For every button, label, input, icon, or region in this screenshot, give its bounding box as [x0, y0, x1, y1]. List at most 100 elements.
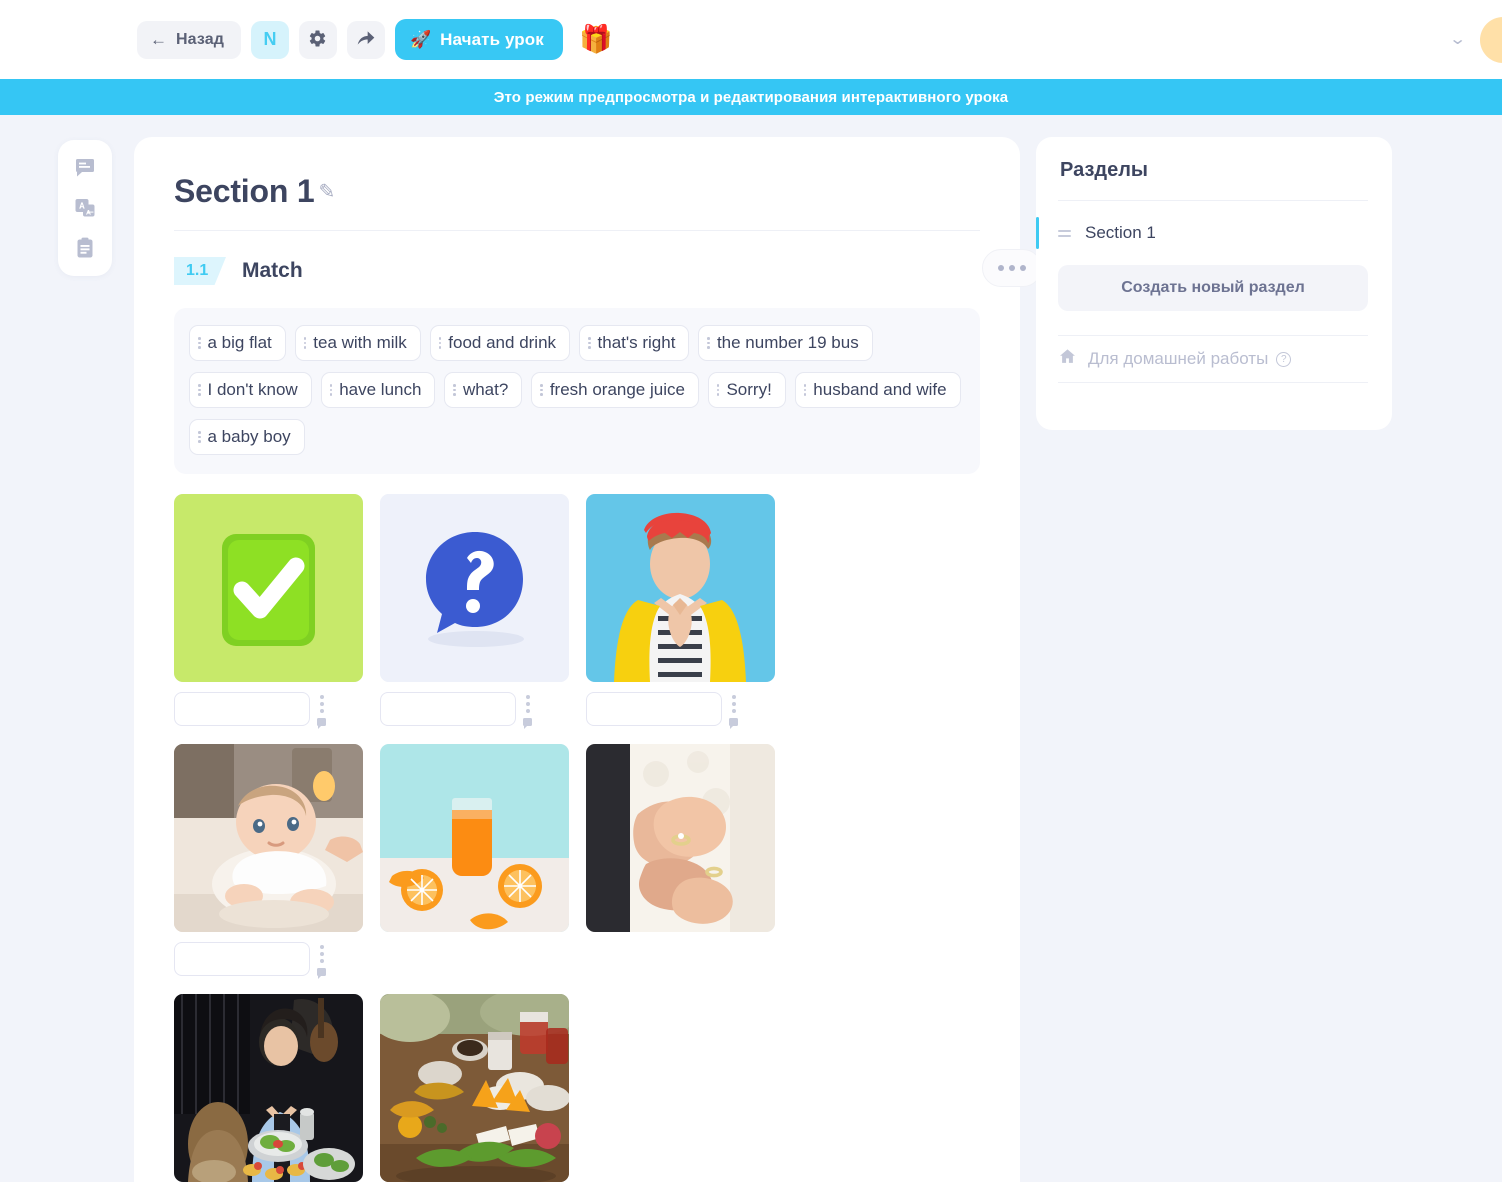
word-chip-label: the number 19 bus [716, 333, 859, 352]
word-chip[interactable]: a big flat [189, 325, 286, 361]
drag-handle-icon[interactable] [803, 384, 807, 396]
language-badge-label: N [263, 29, 277, 49]
clipboard-icon[interactable] [73, 236, 97, 260]
word-chip[interactable]: the number 19 bus [698, 325, 873, 361]
match-item-image[interactable] [380, 994, 569, 1182]
match-item-image[interactable] [174, 494, 363, 682]
drag-handle-icon[interactable] [525, 709, 530, 713]
drag-handle-icon[interactable] [731, 709, 736, 713]
comment-bubble-icon[interactable] [523, 718, 532, 729]
share-arrow-icon [356, 28, 376, 51]
match-item-answer-row [586, 692, 775, 729]
word-chip[interactable]: tea with milk [294, 325, 421, 361]
match-item-answer-row [380, 692, 569, 729]
homework-row[interactable]: Для домашней работы ? [1058, 336, 1368, 382]
word-chip[interactable]: Sorry! [707, 372, 786, 408]
match-item-image[interactable] [174, 744, 363, 932]
question-circle-icon[interactable]: ? [1276, 351, 1292, 367]
drag-handle-icon[interactable] [198, 431, 201, 443]
match-item-answer-row [174, 692, 363, 729]
drag-handle-icon[interactable] [731, 695, 736, 699]
home-icon [1058, 347, 1077, 371]
match-item-image[interactable] [586, 494, 775, 682]
match-answer-input[interactable] [380, 692, 516, 726]
word-chip[interactable]: a baby boy [189, 419, 305, 455]
gift-icon[interactable]: 🎁 [575, 19, 617, 61]
match-answer-input[interactable] [174, 942, 310, 976]
word-chip[interactable]: food and drink [429, 325, 571, 361]
top-bar: ← Назад N 🚀 Начать урок 🎁 ⌄ [0, 0, 1502, 79]
comment-bubble-icon[interactable] [317, 718, 326, 729]
drag-handle-icon[interactable] [329, 384, 333, 396]
comment-bubble-icon[interactable] [317, 968, 326, 979]
language-badge-button[interactable]: N [250, 20, 289, 59]
match-item-answer-row [174, 942, 363, 979]
drag-handle-icon[interactable] [319, 952, 324, 956]
match-item-image[interactable] [380, 494, 569, 682]
word-chip[interactable]: fresh orange juice [531, 372, 699, 408]
match-item [380, 494, 569, 729]
word-chip-label: a big flat [207, 333, 272, 352]
settings-button[interactable] [298, 20, 337, 59]
drag-handle-icon[interactable] [198, 384, 201, 396]
left-tool-rail [58, 140, 112, 276]
drag-handle-icon[interactable] [198, 337, 201, 349]
back-button-label: Назад [176, 30, 224, 48]
create-section-button[interactable]: Создать новый раздел [1058, 265, 1368, 311]
match-item-image[interactable] [380, 744, 569, 932]
match-item [586, 494, 775, 729]
word-chip[interactable]: I don't know [189, 372, 312, 408]
drag-handle-icon[interactable] [540, 384, 543, 396]
word-chip-label: have lunch [339, 380, 422, 399]
word-chip[interactable]: have lunch [320, 372, 436, 408]
match-item [586, 744, 775, 976]
drag-handle-icon[interactable] [588, 337, 591, 349]
comment-bubble-icon[interactable] [729, 718, 738, 729]
drag-handle-icon[interactable] [731, 702, 736, 706]
drag-handle-icon[interactable] [525, 695, 530, 699]
avatar[interactable] [1480, 16, 1502, 63]
section-header: Section 1 ✎ [134, 137, 1020, 210]
image-answer-grid [174, 494, 980, 1182]
drag-handle-icon[interactable] [319, 959, 324, 963]
drag-handle-icon[interactable] [319, 709, 324, 713]
drag-handle-icon[interactable] [1058, 229, 1071, 237]
match-item-image[interactable] [174, 994, 363, 1182]
match-item [174, 994, 363, 1182]
word-chip-label: tea with milk [313, 333, 407, 352]
drag-handle-icon[interactable] [319, 702, 324, 706]
task-header: 1.1 Match [134, 231, 1042, 287]
word-chip[interactable]: that's right [579, 325, 690, 361]
page-title: Section 1 [174, 173, 315, 209]
word-chip-label: what? [462, 380, 509, 399]
word-chip[interactable]: what? [444, 372, 523, 408]
drag-handle-icon[interactable] [319, 695, 324, 699]
task-more-button[interactable] [982, 249, 1042, 287]
drag-handle-icon[interactable] [303, 337, 307, 349]
ellipsis-icon [1009, 265, 1015, 271]
back-button[interactable]: ← Назад [137, 20, 241, 59]
match-answer-input[interactable] [586, 692, 722, 726]
drag-handle-icon[interactable] [453, 384, 456, 396]
comment-bubble-icon[interactable] [73, 156, 97, 180]
match-item-image[interactable] [586, 744, 775, 932]
chevron-down-icon[interactable]: ⌄ [1448, 31, 1466, 48]
word-bank: a big flat tea with milk food and drink tha… [174, 308, 980, 474]
word-chip-label: that's right [597, 333, 676, 352]
sections-panel-title: Разделы [1060, 159, 1148, 181]
rocket-icon: 🚀 [409, 30, 432, 49]
pencil-icon[interactable]: ✎ [318, 182, 335, 202]
ellipsis-icon [1020, 265, 1026, 271]
drag-handle-icon[interactable] [319, 945, 324, 949]
share-button[interactable] [346, 20, 385, 59]
lesson-card: Section 1 ✎ 1.1 Match a big flat tea with… [134, 137, 1042, 1182]
drag-handle-icon[interactable] [716, 384, 720, 396]
drag-handle-icon[interactable] [438, 337, 442, 349]
start-lesson-button[interactable]: 🚀 Начать урок [394, 19, 563, 60]
sidebar-item-section-1[interactable]: Section 1 [1036, 213, 1368, 253]
translate-icon[interactable] [73, 196, 97, 220]
word-chip[interactable]: husband and wife [794, 372, 961, 408]
match-answer-input[interactable] [174, 692, 310, 726]
drag-handle-icon[interactable] [707, 337, 710, 349]
drag-handle-icon[interactable] [525, 702, 530, 706]
